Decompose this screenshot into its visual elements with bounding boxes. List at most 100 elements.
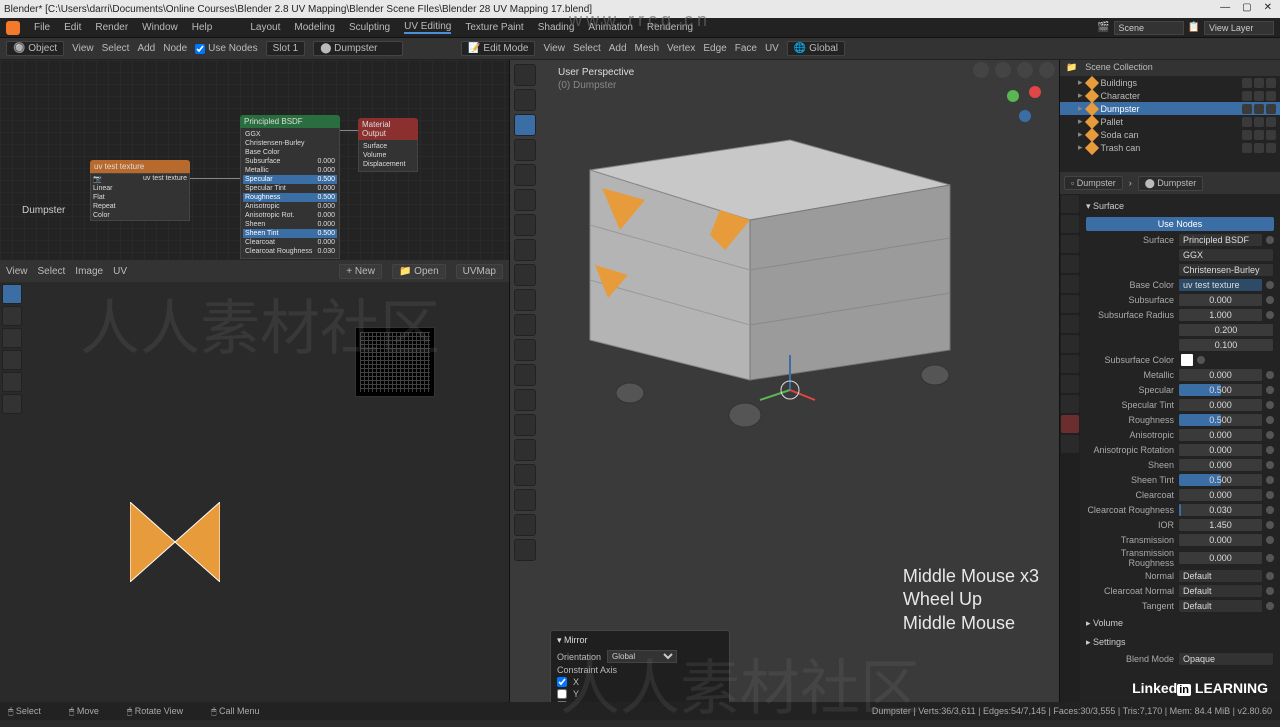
uv-menu-uv[interactable]: UV bbox=[113, 266, 127, 277]
tool-inset[interactable] bbox=[514, 314, 536, 336]
overlay-toggle-icon[interactable] bbox=[973, 62, 989, 78]
node-image-texture[interactable]: uv test texture 📷uv test texture Linear … bbox=[90, 160, 190, 221]
prop-value[interactable]: 0.500 bbox=[1178, 413, 1263, 427]
edit-mode-dropdown[interactable]: 📝 Edit Mode bbox=[461, 41, 535, 56]
tab-output-icon[interactable] bbox=[1061, 215, 1079, 233]
node-param-row[interactable]: Subsurface0.000 bbox=[243, 157, 337, 166]
uv-menu-view[interactable]: View bbox=[6, 266, 28, 277]
maximize-button[interactable]: ▢ bbox=[1242, 2, 1251, 13]
tab-physics-icon[interactable] bbox=[1061, 355, 1079, 373]
menu-edit[interactable]: Edit bbox=[64, 22, 81, 33]
tab-layout[interactable]: Layout bbox=[250, 22, 280, 33]
minimize-button[interactable]: — bbox=[1220, 2, 1230, 13]
close-button[interactable]: ✕ bbox=[1264, 2, 1272, 13]
sss-method-dropdown[interactable]: Christensen-Burley bbox=[1178, 263, 1274, 277]
prop-value[interactable]: 0.000 bbox=[1178, 293, 1263, 307]
tool-scale[interactable] bbox=[514, 164, 536, 186]
node-menu-add[interactable]: Add bbox=[137, 43, 155, 54]
node-param-row[interactable]: Christensen-Burley bbox=[243, 139, 337, 148]
tool-bevel[interactable] bbox=[514, 339, 536, 361]
color-swatch[interactable] bbox=[1180, 353, 1194, 367]
tool-move[interactable] bbox=[514, 114, 536, 136]
prop-value[interactable]: 0.030 bbox=[1178, 503, 1263, 517]
node-menu-select[interactable]: Select bbox=[102, 43, 130, 54]
prop-value[interactable]: 0.200 bbox=[1178, 323, 1274, 337]
outliner-item[interactable]: ▸Pallet bbox=[1060, 115, 1280, 128]
tab-view-layer-icon[interactable] bbox=[1061, 235, 1079, 253]
tool-cursor[interactable] bbox=[514, 89, 536, 111]
settings-section-label[interactable]: Settings bbox=[1093, 637, 1126, 647]
tab-sculpting[interactable]: Sculpting bbox=[349, 22, 390, 33]
tool-rotate[interactable] bbox=[2, 350, 22, 370]
vp-menu-add[interactable]: Add bbox=[609, 43, 627, 54]
prop-value[interactable]: 0.100 bbox=[1178, 338, 1274, 352]
tool-shrink[interactable] bbox=[514, 514, 536, 536]
tool-rip[interactable] bbox=[514, 539, 536, 561]
breadcrumb-object[interactable]: ▫ Dumpster bbox=[1064, 176, 1123, 190]
prop-value[interactable]: Default bbox=[1178, 569, 1263, 583]
distribution-dropdown[interactable]: GGX bbox=[1178, 248, 1274, 262]
menu-window[interactable]: Window bbox=[142, 22, 178, 33]
slot-dropdown[interactable]: Slot 1 bbox=[266, 41, 306, 56]
open-image-button[interactable]: 📁 Open bbox=[392, 264, 446, 279]
node-param-row[interactable]: GGX bbox=[243, 130, 337, 139]
tab-modifiers-icon[interactable] bbox=[1061, 315, 1079, 333]
material-properties[interactable]: ▾ Surface Use Nodes SurfacePrincipled BS… bbox=[1080, 194, 1280, 720]
node-editor[interactable]: uv test texture 📷uv test texture Linear … bbox=[0, 60, 509, 260]
tool-extrude[interactable] bbox=[514, 289, 536, 311]
tab-world-icon[interactable] bbox=[1061, 275, 1079, 293]
tab-texture-icon[interactable] bbox=[1061, 435, 1079, 453]
uv-map-dropdown[interactable]: UVMap bbox=[456, 264, 503, 279]
uv-menu-image[interactable]: Image bbox=[75, 266, 103, 277]
scene-name-input[interactable] bbox=[1114, 21, 1184, 35]
tab-constraints-icon[interactable] bbox=[1061, 375, 1079, 393]
node-menu-node[interactable]: Node bbox=[163, 43, 187, 54]
prop-value[interactable]: Default bbox=[1178, 599, 1263, 613]
node-param-row[interactable]: Roughness0.500 bbox=[243, 193, 337, 202]
material-dropdown[interactable]: ⬤ Dumpster bbox=[313, 41, 403, 56]
tool-select[interactable] bbox=[514, 64, 536, 86]
shading-toggle-icon[interactable] bbox=[1017, 62, 1033, 78]
node-param-row[interactable]: Anisotropic Rot.0.000 bbox=[243, 211, 337, 220]
node-param-row[interactable]: Clearcoat0.000 bbox=[243, 238, 337, 247]
prop-value[interactable]: 1.000 bbox=[1178, 308, 1263, 322]
prop-value[interactable]: 0.500 bbox=[1178, 383, 1263, 397]
menu-render[interactable]: Render bbox=[95, 22, 128, 33]
tool-rotate[interactable] bbox=[514, 139, 536, 161]
outliner-item[interactable]: ▸Buildings bbox=[1060, 76, 1280, 89]
tool-measure[interactable] bbox=[514, 239, 536, 261]
prop-value[interactable]: 0.000 bbox=[1178, 398, 1263, 412]
node-param-row[interactable]: Sheen0.000 bbox=[243, 220, 337, 229]
tab-object-icon[interactable] bbox=[1061, 295, 1079, 313]
tab-scene-icon[interactable] bbox=[1061, 255, 1079, 273]
vp-menu-edge[interactable]: Edge bbox=[703, 43, 726, 54]
prop-value[interactable]: 0.000 bbox=[1178, 458, 1263, 472]
prop-value[interactable]: 0.000 bbox=[1178, 428, 1263, 442]
outliner-item[interactable]: ▸Character bbox=[1060, 89, 1280, 102]
node-param-row[interactable]: Specular Tint0.000 bbox=[243, 184, 337, 193]
prop-value[interactable]: 0.000 bbox=[1178, 533, 1263, 547]
navigation-gizmo[interactable] bbox=[1003, 80, 1047, 124]
prop-value[interactable]: 0.000 bbox=[1178, 551, 1263, 565]
tool-annotate[interactable] bbox=[2, 394, 22, 414]
tool-move[interactable] bbox=[2, 328, 22, 348]
tab-particles-icon[interactable] bbox=[1061, 335, 1079, 353]
vp-menu-mesh[interactable]: Mesh bbox=[635, 43, 659, 54]
node-material-output[interactable]: Material Output Surface Volume Displacem… bbox=[358, 118, 418, 172]
menu-help[interactable]: Help bbox=[192, 22, 213, 33]
tab-material-icon[interactable] bbox=[1061, 415, 1079, 433]
tool-smooth[interactable] bbox=[514, 464, 536, 486]
surface-shader-dropdown[interactable]: Principled BSDF bbox=[1178, 233, 1263, 247]
tool-spin[interactable] bbox=[514, 439, 536, 461]
tool-cursor[interactable] bbox=[2, 306, 22, 326]
tab-modeling[interactable]: Modeling bbox=[294, 22, 335, 33]
node-principled-bsdf[interactable]: Principled BSDF GGXChristensen-BurleyBas… bbox=[240, 115, 340, 259]
prop-value[interactable]: 0.000 bbox=[1178, 443, 1263, 457]
node-menu-view[interactable]: View bbox=[72, 43, 94, 54]
node-param-row[interactable]: Base Color bbox=[243, 148, 337, 157]
tool-annotate[interactable] bbox=[514, 214, 536, 236]
prop-value[interactable]: 0.000 bbox=[1178, 368, 1263, 382]
gizmo-toggle-icon[interactable] bbox=[995, 62, 1011, 78]
object-mode-dropdown[interactable]: 🔘 Object bbox=[6, 41, 64, 56]
outliner-item[interactable]: ▸Dumpster bbox=[1060, 102, 1280, 115]
